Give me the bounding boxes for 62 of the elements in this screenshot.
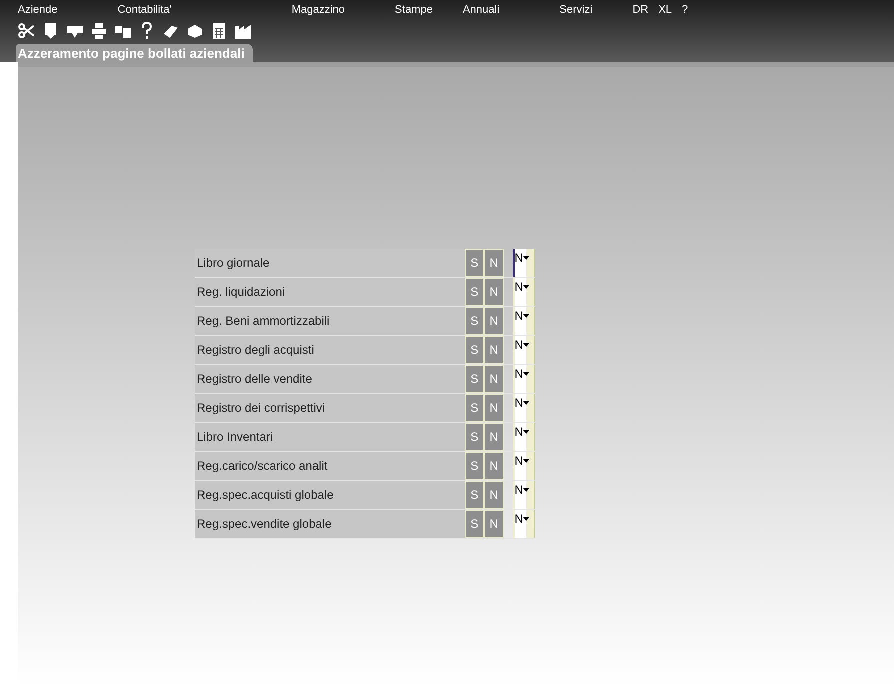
menu-item[interactable]: Aziende (18, 4, 58, 16)
caret-icon (523, 401, 530, 405)
yes-button[interactable]: S (465, 452, 484, 480)
no-button[interactable]: N (484, 278, 504, 306)
field-label: Reg. Beni ammortizzabili (195, 307, 465, 335)
menu-item[interactable]: ? (682, 4, 688, 16)
dropdown-field[interactable]: N (512, 423, 535, 451)
caret-icon (523, 372, 530, 376)
field-label: Reg.spec.acquisti globale (195, 481, 465, 509)
menu-item[interactable]: Contabilita' (118, 4, 172, 16)
caret-icon (523, 517, 530, 521)
menu-item[interactable]: Servizi (560, 4, 593, 16)
no-button[interactable]: N (484, 510, 504, 538)
no-button[interactable]: N (484, 307, 504, 335)
no-button[interactable]: N (484, 365, 504, 393)
field-label: Registro dei corrispettivi (195, 394, 465, 422)
dropdown-field[interactable]: N (512, 481, 535, 509)
yes-button[interactable]: S (465, 394, 484, 422)
caret-icon (523, 314, 530, 318)
field-label: Reg.spec.vendite globale (195, 510, 465, 538)
field-label: Registro delle vendite (195, 365, 465, 393)
menu-item[interactable]: DR (632, 4, 649, 16)
caret-icon (523, 459, 530, 463)
no-button[interactable]: N (484, 394, 504, 422)
no-button[interactable]: N (484, 336, 504, 364)
caret-icon (523, 285, 530, 289)
caret-icon (523, 430, 530, 434)
yes-button[interactable]: S (465, 510, 484, 538)
field-label: Reg.carico/scarico analit (195, 452, 465, 480)
printer-icon[interactable] (90, 22, 108, 40)
factory-icon[interactable] (234, 22, 252, 40)
menu-item[interactable]: Stampe (395, 4, 433, 16)
caret-icon (523, 256, 530, 260)
tab[interactable]: Azzeramento pagine bollati aziendali (16, 44, 253, 62)
no-button[interactable]: N (484, 481, 504, 509)
yes-button[interactable]: S (465, 249, 484, 277)
dropdown-field[interactable]: N (512, 394, 535, 422)
menu-item[interactable]: Magazzino (292, 4, 346, 16)
dropdown-field[interactable]: N (512, 249, 535, 277)
calculator-icon[interactable] (210, 22, 228, 40)
no-button[interactable]: N (484, 423, 504, 451)
yes-button[interactable]: S (465, 481, 484, 509)
field-label: Registro degli acquisti (195, 336, 465, 364)
yes-button[interactable]: S (465, 365, 484, 393)
dropdown-field[interactable]: N (512, 336, 535, 364)
scissors-icon[interactable] (18, 22, 36, 40)
dropdown-field[interactable]: N (512, 278, 535, 306)
no-button[interactable]: N (484, 452, 504, 480)
dropdown-field[interactable]: N (512, 307, 535, 335)
dropdown-field[interactable]: N (512, 452, 535, 480)
yes-button[interactable]: S (465, 278, 484, 306)
menu-item[interactable]: Annuali (462, 4, 500, 16)
dropdown-field[interactable]: N (512, 365, 535, 393)
dropdown-field[interactable]: N (512, 510, 535, 538)
menu-item[interactable]: XL (658, 4, 672, 16)
yes-button[interactable]: S (465, 423, 484, 451)
field-label: Libro Inventari (195, 423, 465, 451)
no-button[interactable]: N (484, 249, 504, 277)
caret-icon (523, 343, 530, 347)
yes-button[interactable]: S (465, 336, 484, 364)
caret-icon (523, 488, 530, 492)
yes-button[interactable]: S (465, 307, 484, 335)
